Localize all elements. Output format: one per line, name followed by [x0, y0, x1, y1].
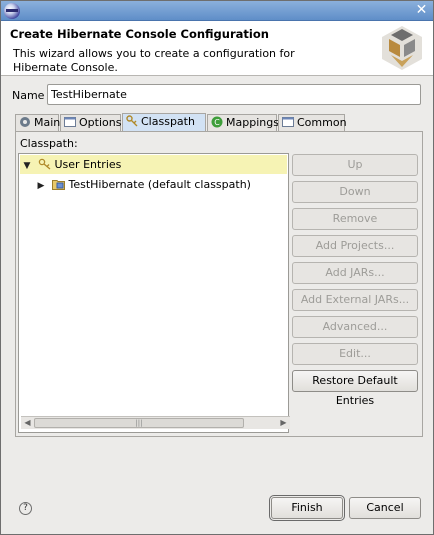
- main-config-icon: [19, 116, 31, 128]
- down-button[interactable]: Down: [292, 181, 418, 203]
- wizard-banner: Create Hibernate Console Configuration T…: [1, 21, 433, 76]
- title-bar[interactable]: ✕: [1, 1, 433, 21]
- hibernate-logo-icon: [382, 26, 422, 70]
- remove-button[interactable]: Remove: [292, 208, 418, 230]
- finish-button[interactable]: Finish: [269, 495, 345, 521]
- tree-item-project[interactable]: ▶ TestHibernate (default classpath): [34, 175, 251, 194]
- add-external-jars-button[interactable]: Add External JARs...: [292, 289, 418, 311]
- svg-text:C: C: [214, 118, 220, 127]
- tab-main-label: Main: [34, 116, 61, 129]
- tree-item-label: User Entries: [54, 158, 122, 171]
- name-input[interactable]: [47, 84, 421, 105]
- expand-down-icon[interactable]: ▼: [20, 157, 34, 176]
- restore-default-entries-button[interactable]: Restore Default Entries: [292, 370, 418, 407]
- up-button[interactable]: Up: [292, 154, 418, 176]
- tab-main[interactable]: Main: [15, 114, 61, 132]
- scroll-thumb[interactable]: |||: [34, 418, 244, 428]
- tree-item-user-entries[interactable]: ▼ User Entries: [20, 155, 287, 174]
- tab-options[interactable]: Options: [60, 114, 121, 132]
- wizard-description: This wizard allows you to create a confi…: [13, 47, 295, 74]
- tab-common-label: Common: [297, 116, 347, 129]
- classpath-label: Classpath:: [20, 137, 78, 150]
- horizontal-scrollbar[interactable]: ◀ ||| ▶: [21, 416, 290, 429]
- project-icon: [51, 180, 65, 190]
- close-button[interactable]: ✕: [413, 2, 430, 19]
- wizard-title: Create Hibernate Console Configuration: [10, 27, 269, 41]
- classpath-tree[interactable]: ▼ User Entries ▶ TestHibernate (default …: [18, 153, 290, 433]
- user-entries-icon: [38, 158, 50, 170]
- add-projects-button[interactable]: Add Projects...: [292, 235, 418, 257]
- edit-button[interactable]: Edit...: [292, 343, 418, 365]
- scroll-left-icon[interactable]: ◀: [21, 417, 34, 429]
- name-label: Name: [12, 89, 45, 102]
- tab-classpath-label: Classpath: [141, 115, 195, 128]
- tree-item-label: TestHibernate (default classpath): [68, 178, 251, 191]
- classpath-icon: [126, 115, 138, 127]
- options-icon: [64, 116, 76, 128]
- tab-mappings[interactable]: C Mappings: [207, 114, 279, 132]
- classpath-panel: Classpath: ▼ User Entries ▶ TestHibernat…: [15, 131, 423, 437]
- help-icon[interactable]: ?: [19, 502, 32, 515]
- cancel-button[interactable]: Cancel: [349, 497, 421, 519]
- tab-common[interactable]: Common: [278, 114, 347, 132]
- eclipse-icon: [4, 3, 20, 19]
- common-icon: [282, 116, 294, 128]
- tab-classpath[interactable]: Classpath: [122, 113, 206, 132]
- tab-mappings-label: Mappings: [226, 116, 279, 129]
- add-jars-button[interactable]: Add JARs...: [292, 262, 418, 284]
- scroll-right-icon[interactable]: ▶: [277, 417, 290, 429]
- mappings-icon: C: [211, 116, 223, 128]
- advanced-button[interactable]: Advanced...: [292, 316, 418, 338]
- wizard-window: ✕ Create Hibernate Console Configuration…: [0, 0, 434, 535]
- expand-right-icon[interactable]: ▶: [34, 177, 48, 196]
- tab-options-label: Options: [79, 116, 122, 129]
